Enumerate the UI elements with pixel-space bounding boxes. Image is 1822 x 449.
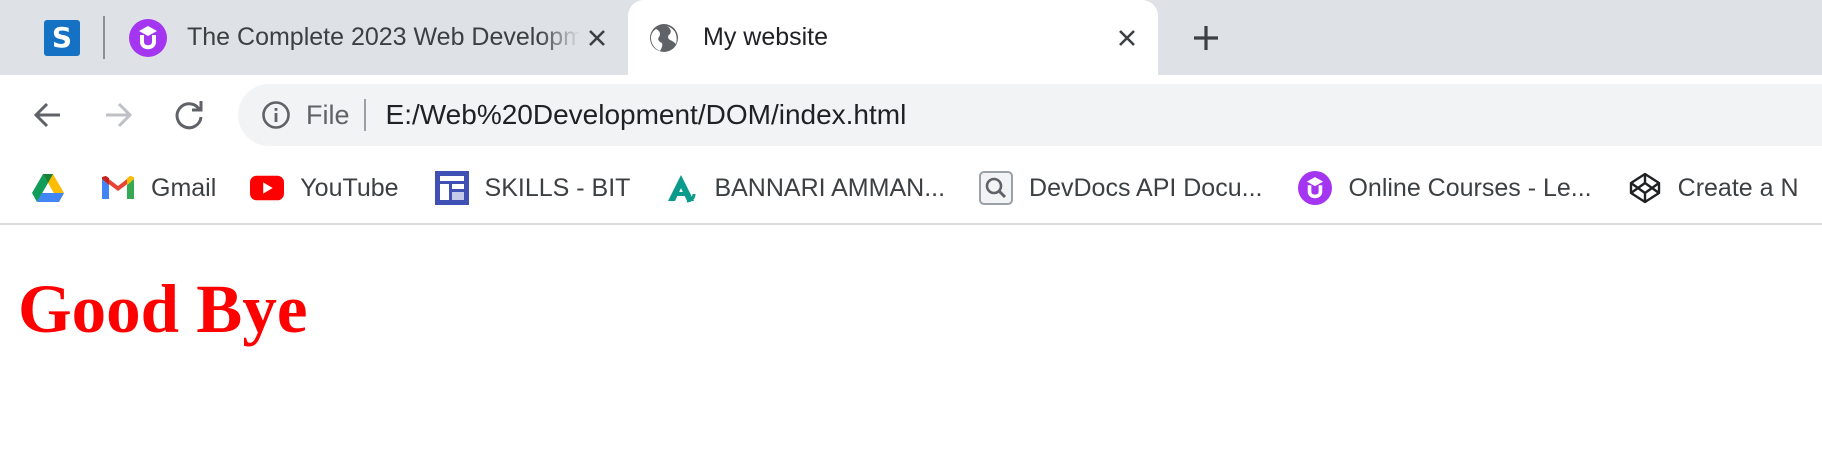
- browser-toolbar: File E:/Web%20Development/DOM/index.html: [0, 75, 1822, 153]
- page-viewport: Good Bye: [0, 227, 1822, 449]
- bookmark-bannari-amman[interactable]: BANNARI AMMAN...: [664, 163, 945, 213]
- tab-separator: [103, 16, 105, 59]
- close-icon: [589, 29, 605, 46]
- close-icon: [1119, 29, 1135, 46]
- tab-strip: S The Complete 2023 Web Development Boot…: [0, 0, 1822, 75]
- bookmark-skills-bit[interactable]: SKILLS - BIT: [434, 163, 631, 213]
- close-tab-button[interactable]: [580, 21, 614, 55]
- reload-icon: [175, 101, 203, 130]
- forward-arrow-icon: [106, 102, 133, 128]
- bookmark-label: Online Courses - Le...: [1348, 173, 1592, 202]
- tab-title: My website: [703, 23, 829, 51]
- forward-button[interactable]: [98, 95, 138, 135]
- bookmark-devdocs[interactable]: DevDocs API Docu...: [979, 163, 1262, 213]
- youtube-icon: [250, 171, 285, 205]
- new-tab-button[interactable]: [1186, 18, 1226, 58]
- scheme-label: File: [306, 99, 350, 130]
- bookmark-label: BANNARI AMMAN...: [714, 173, 946, 202]
- google-drive-icon: [31, 171, 65, 205]
- plus-icon: [1194, 26, 1218, 50]
- skills-bit-icon: [434, 171, 469, 205]
- address-bar[interactable]: File E:/Web%20Development/DOM/index.html: [238, 84, 1822, 146]
- close-tab-button[interactable]: [1110, 21, 1144, 55]
- bannari-amman-icon: [664, 171, 698, 205]
- codepen-icon: [1628, 171, 1662, 205]
- bookmark-youtube[interactable]: YouTube: [250, 163, 399, 213]
- bookmarks-bar: Gmail YouTube SKILLS - BIT BANNARI AMMAN…: [0, 153, 1822, 225]
- gmail-icon: [101, 171, 135, 205]
- bookmark-label: Create a N: [1677, 173, 1799, 202]
- devdocs-icon: [979, 171, 1014, 205]
- udemy-icon: [1298, 171, 1333, 205]
- skills-s-icon: S: [44, 19, 80, 56]
- tab-udemy-course[interactable]: The Complete 2023 Web Development Bootca…: [112, 0, 628, 75]
- bookmark-label: Gmail: [151, 173, 217, 202]
- reload-button[interactable]: [169, 95, 209, 135]
- url-text[interactable]: E:/Web%20Development/DOM/index.html: [386, 99, 907, 131]
- tab-my-website[interactable]: My website: [628, 0, 1158, 75]
- back-arrow-icon: [33, 102, 60, 128]
- bookmark-gmail[interactable]: Gmail: [101, 163, 216, 213]
- back-button[interactable]: [28, 95, 68, 135]
- omnibox-separator: [363, 99, 366, 131]
- bookmark-online-courses[interactable]: Online Courses - Le...: [1298, 163, 1592, 213]
- bookmark-label: YouTube: [300, 173, 399, 202]
- bookmark-create-a-new[interactable]: Create a N: [1628, 163, 1799, 213]
- bookmark-google-drive[interactable]: [31, 163, 65, 213]
- globe-icon: [645, 19, 683, 57]
- udemy-icon: [129, 18, 167, 57]
- pinned-tab-skills[interactable]: S: [16, 0, 108, 75]
- bookmark-label: DevDocs API Docu...: [1029, 173, 1263, 202]
- site-info-icon[interactable]: [260, 99, 292, 131]
- bookmark-label: SKILLS - BIT: [484, 173, 631, 202]
- page-heading: Good Bye: [18, 271, 308, 347]
- tab-title: The Complete 2023 Web Development Bootca…: [187, 23, 580, 52]
